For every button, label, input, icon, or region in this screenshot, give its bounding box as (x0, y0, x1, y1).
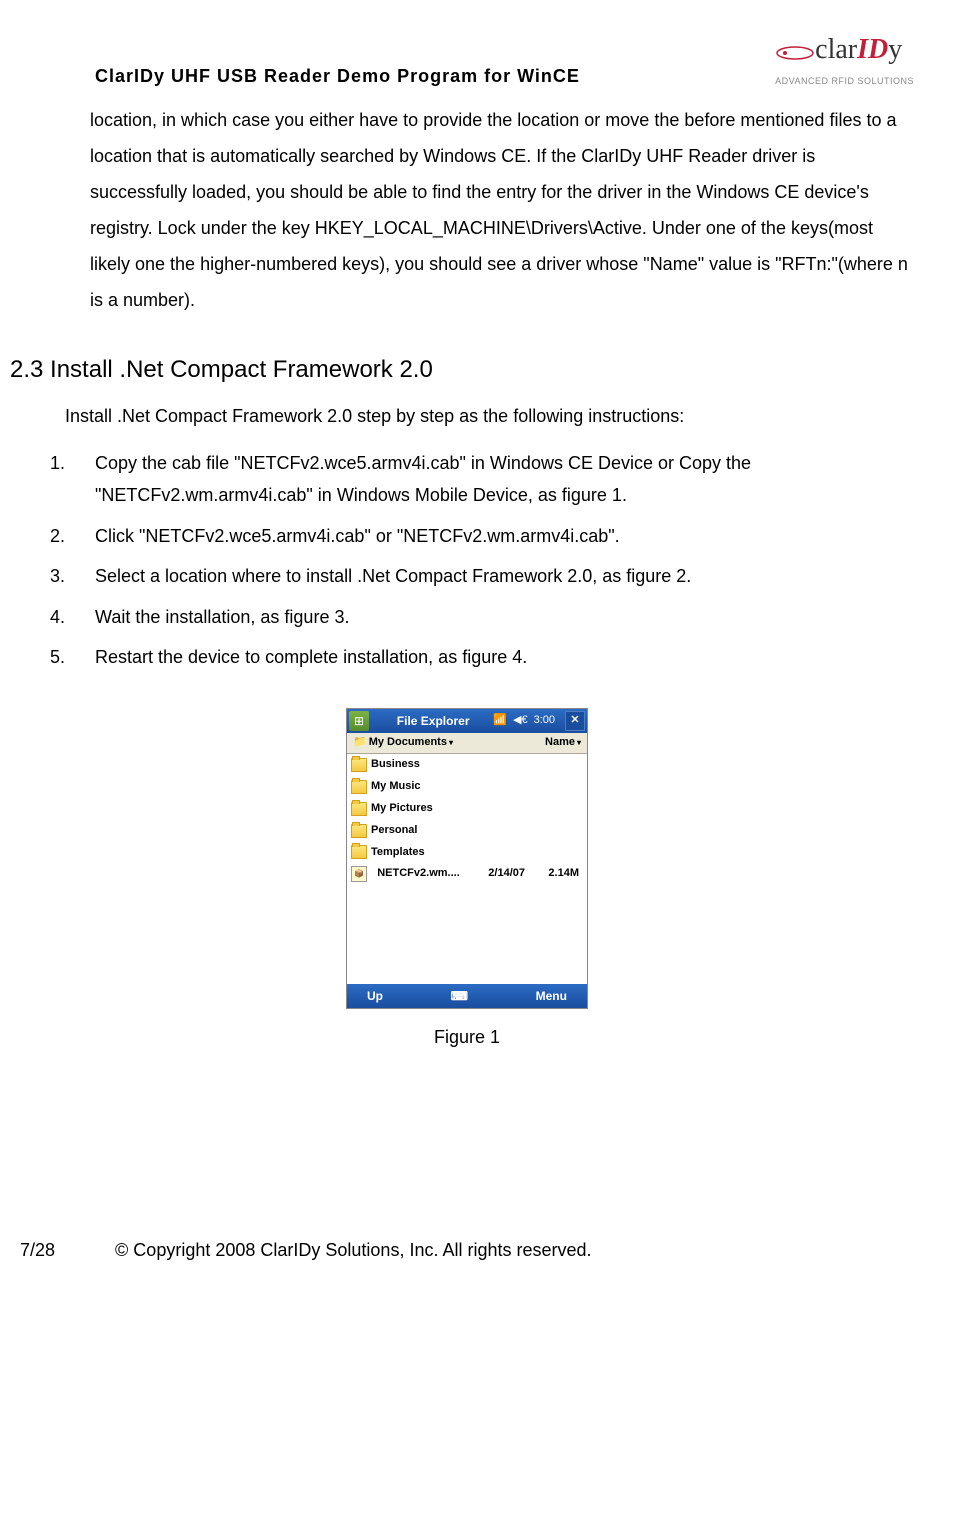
start-button[interactable]: ⊞ (349, 711, 369, 731)
item-number: 3. (45, 560, 95, 592)
list-item: 4. Wait the installation, as figure 3. (45, 601, 924, 633)
sort-dropdown[interactable]: Name ▾ (545, 733, 581, 753)
folder-icon (351, 824, 367, 838)
file-size: 2.14M (529, 864, 583, 884)
up-button[interactable]: Up (367, 986, 383, 1008)
figure-caption: Figure 1 (10, 1021, 924, 1053)
folder-row[interactable]: Templates (347, 842, 587, 864)
file-date: 2/14/07 (470, 864, 525, 884)
item-number: 2. (45, 520, 95, 552)
swoosh-icon (775, 43, 815, 63)
file-name: NETCFv2.wm.... (371, 864, 466, 884)
page-header: ClarIDy UHF USB Reader Demo Program for … (10, 20, 924, 92)
logo-subtitle: ADVANCED RFID SOLUTIONS (775, 73, 914, 89)
logo-part2: ID (857, 34, 888, 65)
status-icons: 📶 ◀€ 3:00 ✕ (493, 711, 585, 731)
body-paragraph: location, in which case you either have … (90, 102, 914, 318)
toolbar: 📁 My Documents ▾ Name ▾ (347, 733, 587, 754)
item-text: Click "NETCFv2.wce5.armv4i.cab" or "NETC… (95, 520, 924, 552)
file-name: Business (371, 755, 420, 775)
page-footer: 7/28 © Copyright 2008 ClarIDy Solutions,… (10, 1234, 924, 1266)
folder-icon (351, 802, 367, 816)
folder-icon (351, 780, 367, 794)
folder-row[interactable]: Personal (347, 820, 587, 842)
file-name: Personal (371, 821, 417, 841)
folder-row[interactable]: My Pictures (347, 798, 587, 820)
logo-part1: clar (815, 34, 857, 65)
copyright-text: © Copyright 2008 ClarIDy Solutions, Inc.… (115, 1234, 591, 1266)
sort-label: Name (545, 733, 575, 753)
page-number: 7/28 (20, 1234, 55, 1266)
section-intro: Install .Net Compact Framework 2.0 step … (65, 400, 924, 432)
location-dropdown[interactable]: 📁 My Documents ▾ (353, 733, 453, 753)
header-title: ClarIDy UHF USB Reader Demo Program for … (95, 60, 580, 92)
cab-file-icon: 📦 (351, 866, 367, 882)
list-item: 1. Copy the cab file "NETCFv2.wce5.armv4… (45, 447, 924, 512)
location-label: My Documents (369, 733, 447, 753)
file-name: Templates (371, 843, 425, 863)
folder-row[interactable]: My Music (347, 776, 587, 798)
list-item: 3. Select a location where to install .N… (45, 560, 924, 592)
list-item: 2. Click "NETCFv2.wce5.armv4i.cab" or "N… (45, 520, 924, 552)
file-row[interactable]: 📦 NETCFv2.wm.... 2/14/07 2.14M (347, 863, 587, 885)
item-text: Wait the installation, as figure 3. (95, 601, 924, 633)
item-text: Restart the device to complete installat… (95, 641, 924, 673)
item-number: 1. (45, 447, 95, 512)
window-title: File Explorer (373, 711, 493, 733)
titlebar: ⊞ File Explorer 📶 ◀€ 3:00 ✕ (347, 709, 587, 733)
windows-flag-icon: ⊞ (354, 711, 364, 733)
file-name: My Music (371, 777, 421, 797)
item-number: 4. (45, 601, 95, 633)
chevron-down-icon: ▾ (577, 736, 581, 750)
file-name: My Pictures (371, 799, 433, 819)
bottom-bar: Up ⌨ Menu (347, 984, 587, 1008)
keyboard-icon[interactable]: ⌨ (451, 986, 468, 1008)
list-item: 5. Restart the device to complete instal… (45, 641, 924, 673)
signal-icon: 📶 (493, 711, 507, 731)
file-list: Business My Music My Pictures Personal T… (347, 754, 587, 984)
chevron-down-icon: ▾ (449, 736, 453, 750)
folder-row[interactable]: Business (347, 754, 587, 776)
menu-button[interactable]: Menu (536, 986, 567, 1008)
section-heading: 2.3 Install .Net Compact Framework 2.0 (10, 348, 924, 391)
item-number: 5. (45, 641, 95, 673)
folder-icon (351, 845, 367, 859)
figure-container: ⊞ File Explorer 📶 ◀€ 3:00 ✕ 📁 My Documen… (10, 708, 924, 1053)
item-text: Select a location where to install .Net … (95, 560, 924, 592)
speaker-icon: ◀€ (513, 711, 528, 731)
logo-part3: y (888, 34, 902, 65)
folder-icon (351, 758, 367, 772)
logo: clarIDy ADVANCED RFID SOLUTIONS (775, 25, 914, 90)
clock-time: 3:00 (534, 711, 555, 731)
wince-window: ⊞ File Explorer 📶 ◀€ 3:00 ✕ 📁 My Documen… (346, 708, 588, 1009)
folder-icon: 📁 (353, 733, 367, 753)
close-button[interactable]: ✕ (565, 711, 585, 731)
item-text: Copy the cab file "NETCFv2.wce5.armv4i.c… (95, 447, 924, 512)
numbered-list: 1. Copy the cab file "NETCFv2.wce5.armv4… (45, 447, 924, 673)
